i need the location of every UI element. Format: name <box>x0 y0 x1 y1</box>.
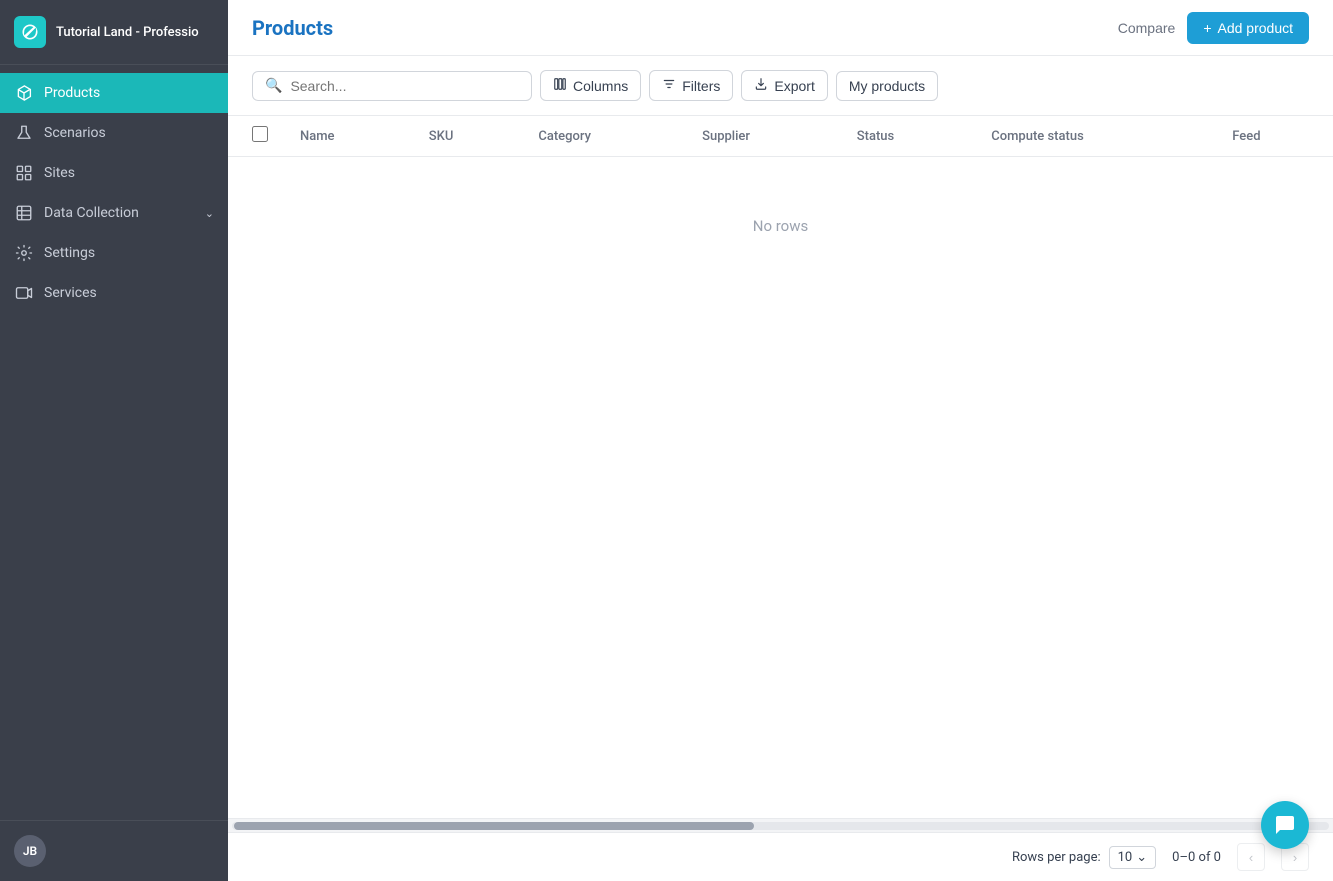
pagination-info: 0–0 of 0 <box>1172 850 1221 865</box>
box-icon <box>14 83 34 103</box>
filters-button[interactable]: Filters <box>649 70 733 101</box>
col-header-category: Category <box>522 116 686 157</box>
sidebar-item-sites[interactable]: Sites <box>0 153 228 193</box>
products-table: Name SKU Category Supplier Status <box>228 116 1333 295</box>
sidebar-item-services[interactable]: Services <box>0 273 228 313</box>
sidebar-item-label-services: Services <box>44 285 214 301</box>
export-icon <box>754 77 768 94</box>
prev-page-button[interactable]: ‹ <box>1237 843 1265 871</box>
sidebar-item-products[interactable]: Products <box>0 73 228 113</box>
select-all-checkbox[interactable] <box>252 126 268 142</box>
col-header-name: Name <box>284 116 413 157</box>
sidebar-item-label-scenarios: Scenarios <box>44 125 214 141</box>
col-header-feed: Feed <box>1216 116 1333 157</box>
empty-message: No rows <box>228 157 1333 296</box>
sidebar-item-label-products: Products <box>44 85 214 101</box>
table-icon <box>14 203 34 223</box>
col-header-sku: SKU <box>413 116 523 157</box>
filter-icon <box>662 77 676 94</box>
chat-fab-button[interactable] <box>1261 801 1309 849</box>
sidebar-item-scenarios[interactable]: Scenarios <box>0 113 228 153</box>
horizontal-scrollbar[interactable] <box>228 818 1333 832</box>
scroll-thumb <box>234 822 754 830</box>
add-product-label: Add product <box>1218 20 1294 36</box>
chevron-down-icon: ⌄ <box>1136 850 1147 865</box>
sidebar-item-settings[interactable]: Settings <box>0 233 228 273</box>
search-icon: 🔍 <box>265 78 282 94</box>
export-button[interactable]: Export <box>741 70 827 101</box>
rows-per-page-value: 10 <box>1118 850 1133 865</box>
sidebar-header: Tutorial Land - Professio <box>0 0 228 65</box>
filters-label: Filters <box>682 78 720 94</box>
col-header-compute-status: Compute status <box>975 116 1216 157</box>
user-avatar[interactable]: JB <box>14 835 46 867</box>
app-name: Tutorial Land - Professio <box>56 25 199 40</box>
col-header-supplier: Supplier <box>686 116 841 157</box>
sidebar-item-label-settings: Settings <box>44 245 214 261</box>
search-input[interactable] <box>290 78 519 94</box>
empty-state-row: No rows <box>228 157 1333 296</box>
rows-per-page-select[interactable]: 10 ⌄ <box>1109 846 1157 869</box>
my-products-button[interactable]: My products <box>836 71 938 101</box>
select-all-header <box>228 116 284 157</box>
add-product-button[interactable]: + Add product <box>1187 12 1309 44</box>
flask-icon <box>14 123 34 143</box>
chevron-down-icon: ⌄ <box>205 207 214 220</box>
sidebar-nav: Products Scenarios Sites <box>0 65 228 820</box>
columns-icon <box>553 77 567 94</box>
video-icon <box>14 283 34 303</box>
rows-per-page-label: Rows per page: <box>1012 850 1101 865</box>
table-container: Name SKU Category Supplier Status <box>228 116 1333 818</box>
search-box: 🔍 <box>252 71 532 101</box>
app-logo <box>14 16 46 48</box>
sidebar-footer: JB <box>0 820 228 881</box>
compare-button[interactable]: Compare <box>1118 20 1176 36</box>
export-label: Export <box>774 78 814 94</box>
columns-label: Columns <box>573 78 628 94</box>
sidebar: Tutorial Land - Professio Products Scena… <box>0 0 228 881</box>
table-header-row: Name SKU Category Supplier Status <box>228 116 1333 157</box>
sidebar-item-label-sites: Sites <box>44 165 214 181</box>
grid-icon <box>14 163 34 183</box>
page-title: Products <box>252 16 1118 40</box>
rows-per-page: Rows per page: 10 ⌄ <box>1012 846 1156 869</box>
scroll-track <box>232 822 1329 830</box>
table-footer: Rows per page: 10 ⌄ 0–0 of 0 ‹ › <box>228 832 1333 881</box>
plus-icon: + <box>1203 20 1211 36</box>
main-header: Products Compare + Add product <box>228 0 1333 56</box>
sidebar-item-label-data-collection: Data Collection <box>44 205 195 221</box>
main-content: Products Compare + Add product 🔍 Columns <box>228 0 1333 881</box>
toolbar: 🔍 Columns Filters <box>228 56 1333 116</box>
col-header-status: Status <box>841 116 975 157</box>
columns-button[interactable]: Columns <box>540 70 641 101</box>
sidebar-item-data-collection[interactable]: Data Collection ⌄ <box>0 193 228 233</box>
gear-icon <box>14 243 34 263</box>
